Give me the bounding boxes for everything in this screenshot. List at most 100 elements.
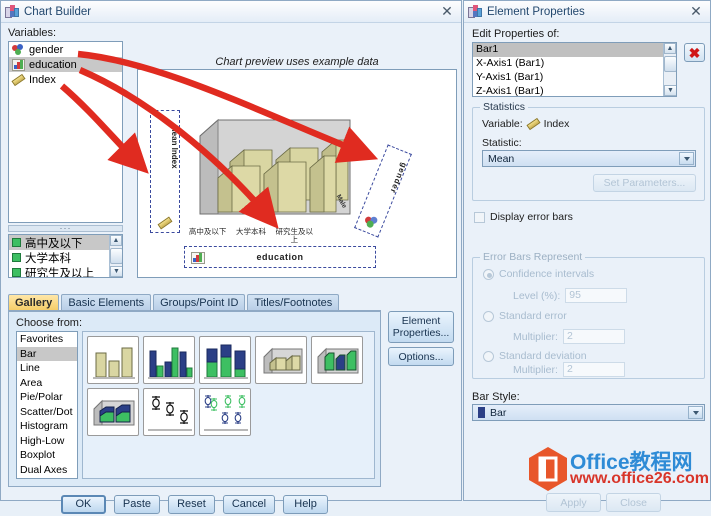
bar-style-label: Bar Style:	[472, 391, 520, 403]
gallery-thumb-stacked-bar[interactable]	[199, 336, 251, 384]
chart-preview-graphic	[199, 118, 351, 215]
help-button[interactable]: Help	[283, 494, 329, 514]
gallery-thumb-clustered-error-bar[interactable]	[199, 388, 251, 436]
statistic-value: Mean	[488, 152, 515, 165]
display-error-bars-checkbox[interactable]	[474, 211, 485, 223]
edit-properties-list[interactable]: Bar1 X-Axis1 (Bar1) Y-Axis1 (Bar1) Z-Axi…	[472, 42, 677, 97]
options-button[interactable]: Options...	[388, 347, 454, 366]
gallery-type-bar[interactable]: Bar	[17, 346, 77, 361]
level-field-row: Level (%): 95	[513, 288, 628, 303]
ordinal-icon	[191, 252, 205, 264]
gallery-type-high-low[interactable]: High-Low	[17, 434, 77, 449]
confidence-intervals-radio	[483, 268, 494, 280]
nominal-icon	[12, 43, 25, 56]
statistics-group: Statistics Variable: Index Statistic: Me…	[472, 101, 705, 201]
yaxis-dropzone[interactable]: Mean Index	[150, 110, 180, 233]
chart-preview-canvas[interactable]: 高中及以下 大学本科 研究生及以上 Male Mean Index gender…	[137, 69, 457, 278]
gallery-thumb-simple-3d-bar[interactable]	[255, 336, 307, 384]
variable-row-gender[interactable]: gender	[9, 42, 122, 57]
variables-list[interactable]: gender education Index	[8, 41, 123, 223]
scrollbar-thumb[interactable]	[110, 248, 122, 264]
value-label: 高中及以下	[25, 237, 83, 250]
gallery-type-list[interactable]: Favorites Bar Line Area Pie/Polar Scatte…	[16, 331, 78, 479]
element-properties-window: Element Properties ✕ Edit Properties of:…	[463, 0, 711, 512]
gallery-thumb-clustered-3d-bar[interactable]	[311, 336, 363, 384]
gallery-type-pie-polar[interactable]: Pie/Polar	[17, 390, 77, 405]
scale-icon	[157, 216, 173, 230]
tab-basic-elements[interactable]: Basic Elements	[61, 294, 152, 311]
close-icon[interactable]: ✕	[689, 4, 703, 19]
error-bars-group-label: Error Bars Represent	[480, 251, 586, 263]
level-input: 95	[565, 288, 628, 303]
nominal-icon	[363, 214, 380, 230]
element-properties-button[interactable]: Element Properties...	[388, 311, 454, 343]
gallery-type-scatter-dot[interactable]: Scatter/Dot	[17, 405, 77, 420]
values-list-scrollbar[interactable]: ▲ ▼	[109, 235, 122, 277]
gallery-type-favorites[interactable]: Favorites	[17, 332, 77, 347]
value-row[interactable]: 大学本科	[9, 250, 122, 265]
paste-button[interactable]: Paste	[113, 494, 161, 514]
scroll-down-icon[interactable]: ▼	[110, 266, 122, 277]
property-item-x-axis1[interactable]: X-Axis1 (Bar1)	[473, 57, 676, 71]
variable-label: gender	[29, 43, 64, 56]
gallery-type-histogram[interactable]: Histogram	[17, 419, 77, 434]
gallery-type-boxplot[interactable]: Boxplot	[17, 448, 77, 463]
display-error-bars-label: Display error bars	[490, 211, 573, 223]
scroll-up-icon[interactable]: ▲	[110, 235, 122, 246]
choose-from-label: Choose from:	[16, 317, 83, 329]
variable-label: Index	[29, 73, 56, 86]
variable-row-index[interactable]: Index	[9, 72, 122, 87]
scrollbar-thumb[interactable]	[664, 56, 676, 72]
gallery-thumb-clustered-bar[interactable]	[143, 336, 195, 384]
variable-row-education[interactable]: education	[9, 57, 122, 72]
standard-deviation-radio	[483, 350, 494, 362]
bar-style-icon	[478, 407, 485, 418]
gallery-thumb-stacked-3d-bar[interactable]	[87, 388, 139, 436]
value-row[interactable]: 高中及以下	[9, 235, 122, 250]
education-dropzone[interactable]: education	[184, 246, 376, 268]
scroll-down-icon[interactable]: ▼	[664, 85, 676, 96]
gallery-thumb-simple-bar[interactable]	[87, 336, 139, 384]
confidence-intervals-label: Confidence intervals	[499, 268, 595, 280]
color-swatch-icon	[12, 238, 21, 247]
x-tick-label: 研究生及以上	[275, 227, 314, 244]
property-item-bar1[interactable]: Bar1	[473, 43, 676, 57]
gender-dropzone[interactable]: gender	[354, 144, 412, 238]
variables-splitter[interactable]: ···	[8, 224, 123, 233]
reset-button[interactable]: Reset	[168, 494, 215, 514]
builder-tabs: Gallery Basic Elements Groups/Point ID T…	[8, 293, 340, 311]
property-item-y-axis1[interactable]: Y-Axis1 (Bar1)	[473, 71, 676, 85]
tab-gallery[interactable]: Gallery	[8, 294, 60, 311]
chevron-down-icon[interactable]	[688, 406, 703, 419]
element-properties-body: Edit Properties of: Bar1 X-Axis1 (Bar1) …	[464, 23, 710, 512]
tab-titles-footnotes[interactable]: Titles/Footnotes	[247, 294, 340, 311]
ok-button[interactable]: OK	[60, 494, 106, 514]
gallery-panel: Choose from: Favorites Bar Line Area Pie…	[8, 312, 381, 487]
property-item-z-axis1[interactable]: Z-Axis1 (Bar1)	[473, 85, 676, 96]
tab-groups-point-id[interactable]: Groups/Point ID	[153, 294, 246, 311]
standard-deviation-label: Standard deviation	[499, 350, 587, 362]
gallery-type-area[interactable]: Area	[17, 376, 77, 391]
delete-element-button[interactable]: ✖	[684, 43, 705, 62]
gallery-type-line[interactable]: Line	[17, 361, 77, 376]
display-error-bars-row[interactable]: Display error bars	[474, 211, 573, 223]
color-swatch-icon	[12, 253, 21, 262]
multiplier-input: 2	[562, 362, 625, 377]
bar-style-combo[interactable]: Bar	[472, 404, 705, 421]
chart-builder-icon	[5, 4, 19, 19]
confidence-intervals-row: Confidence intervals	[483, 268, 594, 280]
gender-dropzone-label: gender	[388, 161, 409, 196]
gallery-type-dual-axes[interactable]: Dual Axes	[17, 463, 77, 478]
close-icon[interactable]: ✕	[440, 4, 454, 19]
edit-properties-scrollbar[interactable]: ▲ ▼	[663, 43, 676, 96]
values-list[interactable]: 高中及以下 大学本科 研究生及以上 ▲ ▼	[8, 234, 123, 278]
scroll-up-icon[interactable]: ▲	[664, 43, 676, 54]
cancel-button[interactable]: Cancel	[222, 494, 276, 514]
statistic-combo[interactable]: Mean	[482, 150, 696, 167]
gallery-thumbnails	[82, 331, 375, 479]
multiplier-input: 2	[562, 329, 625, 344]
chevron-down-icon[interactable]	[679, 152, 694, 165]
element-properties-icon	[468, 4, 482, 19]
gallery-thumb-simple-error-bar[interactable]	[143, 388, 195, 436]
value-row[interactable]: 研究生及以上	[9, 265, 122, 277]
